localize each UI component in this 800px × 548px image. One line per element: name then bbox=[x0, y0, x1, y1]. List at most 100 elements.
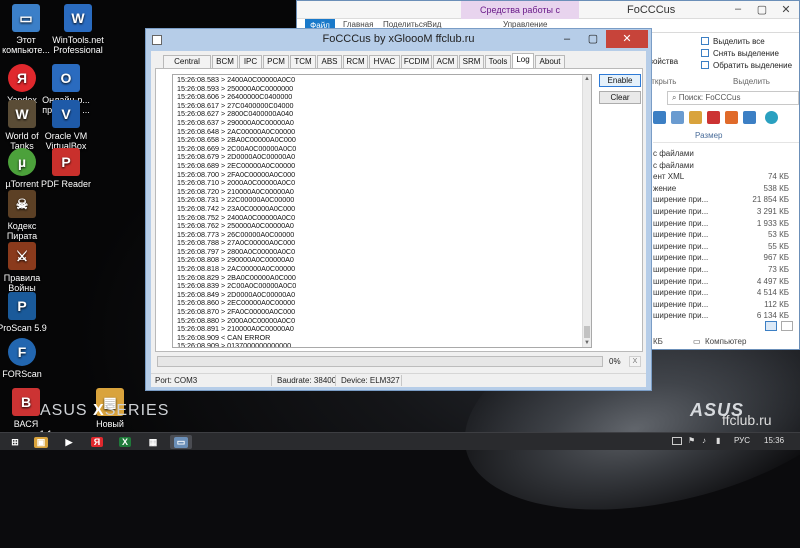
utorrent-icon: µ bbox=[8, 148, 36, 176]
taskbar-start[interactable]: ⊞ bbox=[4, 435, 26, 449]
file-size: 73 КБ bbox=[767, 265, 789, 274]
flag-icon[interactable]: ⚑ bbox=[688, 436, 695, 445]
tab-pcm[interactable]: PCM bbox=[263, 55, 289, 69]
tab-bcm[interactable]: BCM bbox=[212, 55, 238, 69]
tiles-view-icon[interactable] bbox=[781, 321, 793, 331]
taskbar-foccus[interactable]: ▭ bbox=[170, 435, 192, 449]
tab-about[interactable]: About bbox=[535, 55, 565, 69]
ribbon-group-select: Выделить bbox=[733, 77, 770, 86]
desktop-icon-proscan[interactable]: P ProScan 5.9 bbox=[0, 292, 54, 333]
desktop-icon-forscan[interactable]: F FORScan bbox=[0, 338, 54, 379]
keyboard-icon[interactable] bbox=[672, 437, 682, 445]
taskbar-media[interactable]: ▶ bbox=[58, 435, 80, 449]
proscan-icon: P bbox=[8, 292, 36, 320]
tab-srm[interactable]: SRM bbox=[459, 55, 484, 69]
status-separator bbox=[401, 375, 402, 386]
wintools-icon: W bbox=[64, 4, 92, 32]
progress-bar bbox=[157, 356, 603, 367]
language-indicator[interactable]: РУС bbox=[734, 436, 750, 445]
file-row[interactable]: ширение при... 55 КБ bbox=[653, 242, 799, 253]
explorer-search-input[interactable]: ⌕ Поиск: FoCCCus bbox=[667, 91, 799, 105]
tab-acm[interactable]: ACM bbox=[433, 55, 458, 69]
desktop-icon-pdf-reader[interactable]: P PDF Reader bbox=[34, 148, 98, 189]
taskbar-yandex[interactable]: Я bbox=[86, 435, 108, 449]
file-row[interactable]: ширение при... 112 КБ bbox=[653, 300, 799, 311]
copy-icon[interactable] bbox=[671, 111, 684, 124]
desktop-icon-label: WinTools.net Professional bbox=[52, 35, 104, 55]
file-row[interactable]: с файлами bbox=[653, 149, 799, 160]
file-row[interactable]: с файлами bbox=[653, 161, 799, 172]
rename-icon[interactable] bbox=[725, 111, 738, 124]
refresh-icon[interactable] bbox=[743, 111, 756, 124]
desktop-icon-kodeks-pirata[interactable]: ☠ Кодекс Пирата bbox=[0, 190, 54, 241]
desktop-icon-virtualbox[interactable]: V Oracle VM VirtualBox bbox=[34, 100, 98, 151]
file-name: с файлами bbox=[653, 149, 694, 158]
tab-ipc[interactable]: IPC bbox=[239, 55, 262, 69]
select-all-button[interactable]: Выделить все bbox=[701, 37, 765, 46]
close-button[interactable]: ✕ bbox=[606, 30, 648, 48]
volume-icon[interactable]: ♪ bbox=[702, 436, 706, 445]
clock[interactable]: 15:36 bbox=[764, 436, 784, 445]
file-row[interactable]: ширение при... 4 514 КБ bbox=[653, 288, 799, 299]
file-row[interactable]: ширение при... 3 291 КБ bbox=[653, 207, 799, 218]
tab-rcm[interactable]: RCM bbox=[343, 55, 368, 69]
cut-icon[interactable] bbox=[653, 111, 666, 124]
explorer-statusbar: КБ ▭ Компьютер bbox=[653, 337, 799, 349]
column-header-size[interactable]: Размер bbox=[653, 129, 799, 143]
log-textarea[interactable]: 15:26:08.583 > 2400A0C00000A0C0 15:26:08.… bbox=[172, 74, 592, 348]
progress-cancel-button[interactable]: X bbox=[629, 356, 641, 367]
foccus-titlebar[interactable]: FoCCCus by xGloooM ffclub.ru – ▢ ✕ bbox=[146, 29, 651, 51]
log-scrollbar[interactable]: ▲ ▼ bbox=[582, 75, 591, 347]
paste-icon[interactable] bbox=[689, 111, 702, 124]
minimize-button[interactable]: – bbox=[554, 30, 580, 48]
file-row[interactable]: ширение при... 4 497 КБ bbox=[653, 277, 799, 288]
file-row[interactable]: ширение при... 53 КБ bbox=[653, 230, 799, 241]
file-name: ширение при... bbox=[653, 288, 709, 298]
explorer-context-tab[interactable]: Средства работы с приложениями bbox=[461, 1, 579, 33]
brand-asus-text: ASUS bbox=[40, 402, 88, 419]
file-row[interactable]: ширение при... 967 КБ bbox=[653, 253, 799, 264]
file-row[interactable]: ширение при... 21 854 КБ bbox=[653, 195, 799, 206]
scroll-up-icon[interactable]: ▲ bbox=[583, 75, 591, 83]
brand-series-text: SERIES bbox=[104, 402, 170, 419]
forscan-icon: F bbox=[8, 338, 36, 366]
taskbar-app[interactable]: ▦ bbox=[142, 435, 164, 449]
scroll-thumb[interactable] bbox=[584, 326, 590, 338]
minimize-icon[interactable]: – bbox=[729, 3, 747, 15]
tab-tools[interactable]: Tools bbox=[485, 55, 511, 69]
file-size: 74 КБ bbox=[767, 172, 789, 182]
delete-icon[interactable] bbox=[707, 111, 720, 124]
file-row[interactable]: ент XML 74 КБ bbox=[653, 172, 799, 183]
app-icon: ▦ bbox=[145, 436, 161, 448]
invert-selection-button[interactable]: Обратить выделение bbox=[701, 61, 792, 70]
explorer-status-size: КБ bbox=[653, 337, 663, 346]
network-tray-icon[interactable]: ▮ bbox=[716, 436, 720, 445]
file-name: ширение при... bbox=[653, 195, 709, 205]
file-row[interactable]: ширение при... 1 933 КБ bbox=[653, 219, 799, 230]
taskbar-excel[interactable]: X bbox=[114, 435, 136, 449]
status-separator bbox=[271, 375, 272, 386]
tab-central-config[interactable]: Central Config bbox=[163, 55, 211, 78]
deselect-button[interactable]: Снять выделение bbox=[701, 49, 779, 58]
maximize-icon[interactable]: ▢ bbox=[753, 3, 771, 16]
clear-button[interactable]: Clear bbox=[599, 91, 641, 104]
desktop-icon-label: FORScan bbox=[2, 369, 42, 379]
tab-tcm[interactable]: TCM bbox=[290, 55, 316, 69]
file-row[interactable]: ширение при... 6 134 КБ bbox=[653, 311, 799, 322]
maximize-button[interactable]: ▢ bbox=[580, 30, 606, 48]
tank-icon: W bbox=[8, 100, 36, 128]
file-row[interactable]: ширение при... 73 КБ bbox=[653, 265, 799, 276]
tab-fcdim[interactable]: FCDIM bbox=[401, 55, 432, 69]
enable-button[interactable]: Enable bbox=[599, 74, 641, 87]
scroll-down-icon[interactable]: ▼ bbox=[583, 339, 591, 347]
status-baudrate: Baudrate: 38400 bbox=[277, 376, 337, 385]
desktop-icon-wintools[interactable]: W WinTools.net Professional bbox=[46, 4, 110, 55]
tab-abs[interactable]: ABS bbox=[317, 55, 342, 69]
tab-hvac[interactable]: HVAC bbox=[369, 55, 400, 69]
close-icon[interactable]: ✕ bbox=[777, 3, 795, 16]
details-view-icon[interactable] bbox=[765, 321, 777, 331]
desktop-icon-pravila-voiny[interactable]: ⚔ Правила Войны bbox=[0, 242, 54, 293]
taskbar-explorer[interactable]: ▣ bbox=[30, 435, 52, 449]
network-icon[interactable] bbox=[765, 111, 778, 124]
file-row[interactable]: жение 538 КБ bbox=[653, 184, 799, 195]
